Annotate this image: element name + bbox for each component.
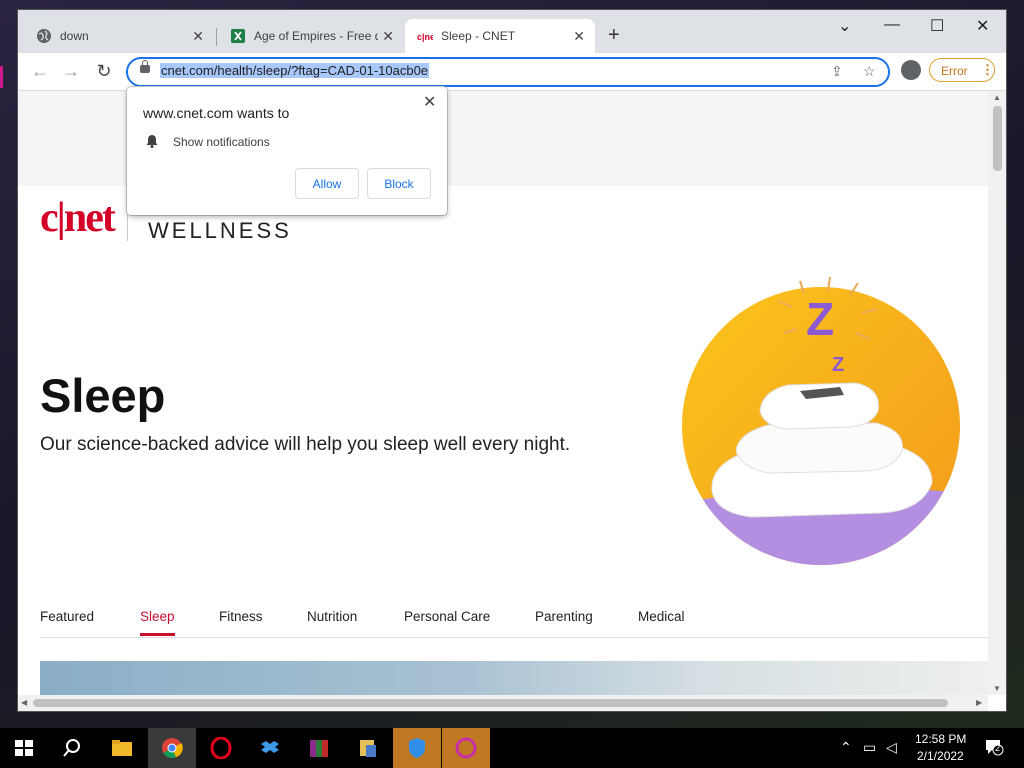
profile-avatar-icon[interactable] (901, 60, 921, 80)
scroll-up-icon[interactable]: ▲ (993, 93, 1001, 102)
tab-separator (216, 28, 217, 46)
error-label: Error (941, 64, 968, 78)
forward-icon[interactable]: → (59, 59, 83, 83)
taskbar-chrome[interactable] (148, 728, 196, 768)
logo-divider (127, 215, 128, 241)
nav-item-featured[interactable]: Featured (40, 609, 94, 624)
show-hidden-icons-chevron-icon[interactable]: ⌃ (840, 739, 852, 756)
windows-logo-icon (15, 740, 33, 756)
taskbar-winrar[interactable] (295, 728, 343, 768)
close-tab-icon[interactable]: ✕ (382, 29, 394, 43)
tab-search-icon[interactable]: ⌄ (838, 16, 851, 36)
opera-gx-icon (455, 737, 477, 759)
close-tab-icon[interactable]: ✕ (573, 29, 585, 43)
search-button[interactable] (48, 728, 96, 768)
taskbar-shield-app[interactable] (393, 728, 441, 768)
tab-title: Age of Empires - Free d (254, 29, 378, 43)
dropbox-icon (261, 741, 279, 753)
nav-item-nutrition[interactable]: Nutrition (307, 609, 357, 624)
new-tab-button[interactable]: + (608, 25, 620, 45)
desktop-app-edge (0, 66, 3, 88)
globe-icon (37, 29, 51, 43)
chrome-icon (162, 738, 183, 759)
shield-icon (409, 738, 425, 758)
dialog-title: www.cnet.com wants to (143, 105, 290, 121)
category-nav: Featured Sleep Fitness Nutrition Persona… (40, 597, 988, 638)
taskbar-opera-gx[interactable] (442, 728, 490, 768)
opera-icon (210, 737, 232, 759)
taskbar-dropbox[interactable] (246, 728, 294, 768)
notification-icon (986, 740, 1004, 756)
winrar-icon (310, 740, 328, 757)
close-dialog-icon[interactable]: ✕ (423, 92, 436, 112)
tab-title: Sleep - CNET (441, 29, 516, 43)
notification-count: 2 (995, 743, 1001, 753)
share-icon[interactable]: ⇪ (831, 63, 843, 80)
scroll-left-icon[interactable]: ◀ (21, 698, 27, 707)
bell-icon (146, 135, 158, 148)
cnet-logo[interactable]: c|net (40, 194, 116, 242)
featured-article-image[interactable] (40, 661, 988, 695)
notification-permission-dialog: www.cnet.com wants to ✕ Show notificatio… (127, 87, 447, 215)
browser-toolbar: ← → ↻ cnet.com/health/sleep/?ftag=CAD-01… (18, 53, 1006, 91)
block-button[interactable]: Block (367, 168, 431, 199)
permission-label: Show notifications (173, 135, 270, 149)
maximize-icon[interactable]: ☐ (930, 16, 944, 36)
installer-icon (360, 740, 376, 757)
nav-item-parenting[interactable]: Parenting (535, 609, 593, 624)
taskbar: ⌃ ▭ ◁ 12:58 PM 2/1/2022 2 (0, 728, 1024, 768)
scroll-right-icon[interactable]: ▶ (976, 698, 982, 707)
tab-age-of-empires[interactable]: Age of Empires - Free d ✕ (218, 21, 404, 51)
reload-icon[interactable]: ↻ (92, 59, 116, 83)
svg-text:Z: Z (832, 354, 844, 376)
allow-button[interactable]: Allow (295, 168, 359, 199)
close-tab-icon[interactable]: ✕ (192, 29, 204, 43)
tab-sleep-cnet[interactable]: c|net Sleep - CNET ✕ (405, 19, 595, 53)
minimize-icon[interactable]: — (884, 16, 900, 34)
nav-item-fitness[interactable]: Fitness (219, 609, 263, 624)
clock-time[interactable]: 12:58 PM (915, 732, 966, 746)
start-button[interactable] (0, 728, 48, 768)
tab-down[interactable]: down ✕ (24, 21, 214, 51)
taskbar-installer[interactable] (344, 728, 392, 768)
taskbar-opera[interactable] (197, 728, 245, 768)
section-title[interactable]: WELLNESS (148, 218, 292, 244)
cnet-favicon: c|net (417, 32, 433, 42)
horizontal-scroll-thumb[interactable] (33, 699, 948, 707)
spreadsheet-icon (231, 29, 245, 43)
taskbar-file-explorer[interactable] (98, 728, 146, 768)
nav-item-medical[interactable]: Medical (638, 609, 685, 624)
clock-date[interactable]: 2/1/2022 (917, 749, 964, 763)
url-text[interactable]: cnet.com/health/sleep/?ftag=CAD-01-10acb… (160, 63, 430, 78)
page-title: Sleep (40, 369, 166, 422)
network-icon[interactable]: ▭ (863, 739, 876, 756)
file-explorer-icon (112, 740, 132, 756)
vertical-scroll-thumb[interactable] (993, 106, 1002, 171)
svg-text:Z: Z (806, 293, 834, 345)
nav-item-personal-care[interactable]: Personal Care (404, 609, 490, 624)
tab-strip: down ✕ Age of Empires - Free d ✕ c|net S… (18, 10, 1006, 53)
menu-dots-icon[interactable]: ⋮ (981, 62, 994, 78)
nav-item-sleep[interactable]: Sleep (140, 609, 175, 624)
address-bar[interactable]: cnet.com/health/sleep/?ftag=CAD-01-10acb… (126, 57, 890, 87)
back-icon[interactable]: ← (28, 59, 52, 83)
horizontal-scrollbar[interactable]: ◀ ▶ (18, 695, 988, 711)
active-nav-underline (140, 633, 175, 636)
close-window-icon[interactable]: ✕ (976, 16, 989, 36)
scroll-down-icon[interactable]: ▼ (993, 684, 1001, 693)
tab-title: down (60, 29, 89, 43)
action-center-button[interactable]: 2 (984, 738, 1004, 756)
error-button[interactable]: Error ⋮ (929, 58, 995, 82)
svg-text:c|net: c|net (417, 32, 433, 42)
sleep-illustration: Z Z z (682, 276, 960, 565)
volume-muted-icon[interactable]: ◁ (886, 739, 897, 756)
page-subtitle: Our science-backed advice will help you … (40, 434, 571, 455)
lock-icon[interactable] (140, 60, 150, 73)
vertical-scrollbar[interactable]: ▲ ▼ (988, 91, 1006, 695)
bookmark-star-icon[interactable]: ☆ (863, 63, 876, 80)
search-icon (63, 739, 80, 757)
